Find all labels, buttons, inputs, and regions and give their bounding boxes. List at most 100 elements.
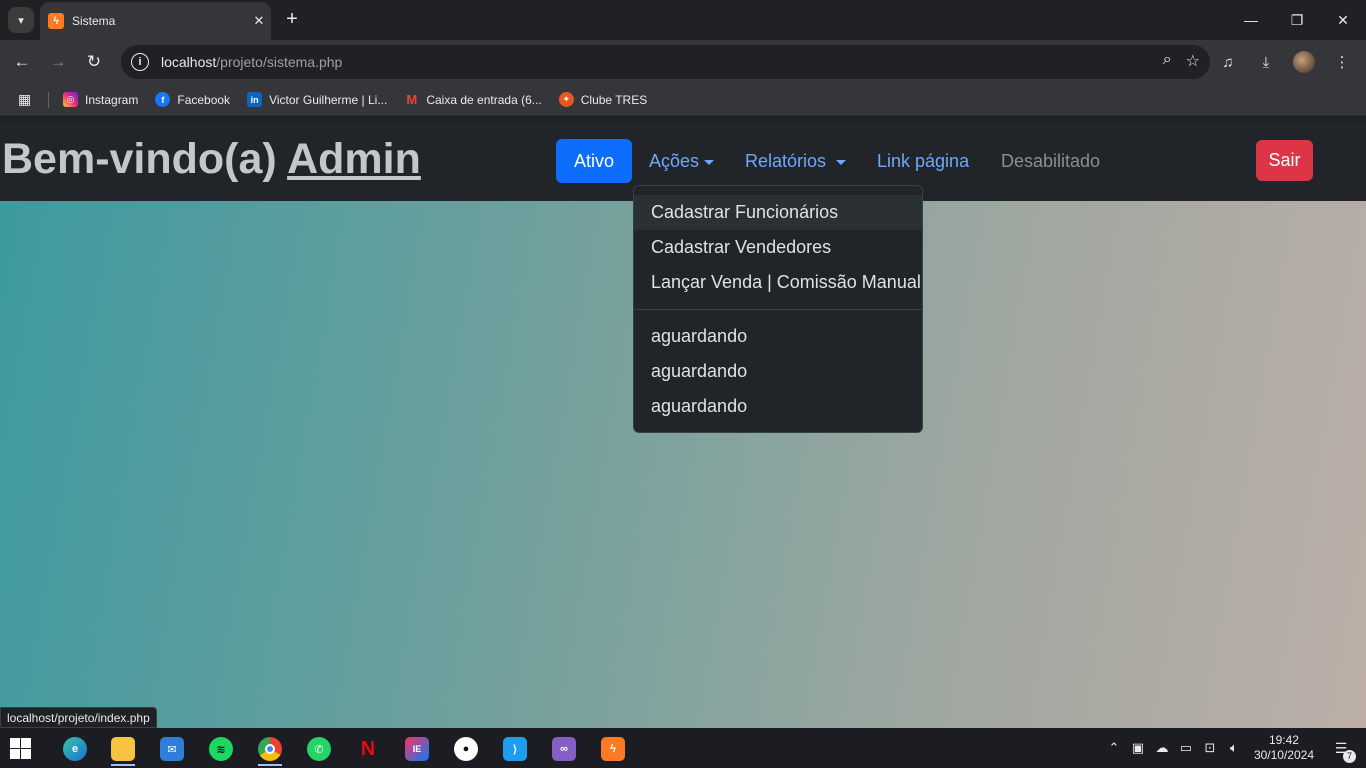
greeting-text: Bem-vindo(a) [2,135,277,183]
edge-icon: e [63,737,87,761]
onedrive-icon[interactable]: ☁ [1150,740,1174,756]
vscode-app[interactable]: ⟩ [495,732,535,766]
gmail-icon: M [406,92,418,107]
linkedin-icon: in [247,92,263,107]
menu-item-cadastrar-funcionarios[interactable]: Cadastrar Funcionários [634,195,922,230]
meet-now-icon[interactable]: ▣ [1126,740,1150,756]
window-controls: — ❐ ✕ [1228,0,1366,40]
url-path: /projeto/sistema.php [216,54,343,70]
reload-button[interactable]: ↻ [80,48,108,76]
caret-down-icon [836,159,847,165]
intellij-app[interactable]: IE [397,732,437,766]
vscode-icon: ⟩ [503,737,527,761]
forward-button[interactable]: → [44,48,72,76]
intellij-icon: IE [405,737,429,761]
xampp-favicon-icon: ϟ [48,13,64,29]
xampp-icon: ϟ [601,737,625,761]
bookmarks-bar: ▦ ◎ Instagram f Facebook in Victor Guilh… [0,84,1366,116]
instagram-icon: ◎ [63,92,78,107]
caret-down-icon [704,159,715,165]
github-icon: ● [454,737,478,761]
apps-grid-icon[interactable]: ▦ [18,91,34,108]
edge-app[interactable]: e [55,732,95,766]
site-info-icon[interactable]: i [131,53,149,71]
facebook-icon: f [155,92,171,107]
bookmark-clube-tres[interactable]: ✦ Clube TRES [558,92,647,107]
welcome-heading: Bem-vindo(a) Admin [2,135,421,184]
windows-start-icon[interactable] [10,738,32,760]
github-app[interactable]: ● [446,732,486,766]
tab-search-button[interactable]: ▾ [8,7,34,33]
bookmark-linkedin[interactable]: in Victor Guilherme | Li... [247,92,387,107]
url-host: localhost [161,54,217,70]
chevron-up-icon[interactable]: ⌃ [1102,740,1126,756]
tab-title: Sistema [72,14,116,28]
menu-item-aguardando[interactable]: aguardando [634,389,922,424]
system-tray: ⌃ ▣ ☁ ▭ ⊡ 🔈︎ 19:42 30/10/2024 ☰ 7 [1102,728,1366,768]
minimize-button[interactable]: — [1228,0,1274,40]
menu-item-aguardando[interactable]: aguardando [634,354,922,389]
nav-link-pagina[interactable]: Link página [860,139,986,183]
visual-studio-app[interactable]: ∞ [544,732,584,766]
menu-kebab-icon[interactable]: ⋮ [1328,48,1356,76]
battery-icon[interactable]: ▭ [1174,740,1198,756]
chrome-icon [258,737,282,761]
media-control-icon[interactable]: ♫ [1214,48,1242,76]
restore-button[interactable]: ❐ [1274,0,1320,40]
address-bar[interactable]: i localhost/projeto/sistema.php ⌕ ☆ [121,45,1210,79]
dropdown-divider [634,309,922,310]
nav-desabilitado: Desabilitado [1001,150,1101,171]
visual-studio-icon: ∞ [552,737,576,761]
zoom-icon[interactable]: ⌕ [1163,51,1172,71]
chrome-app[interactable] [250,732,290,766]
notification-count: 7 [1343,749,1356,763]
nav-relatorios-dropdown[interactable]: Relatórios [728,139,863,183]
xampp-app[interactable]: ϟ [593,732,633,766]
profile-button[interactable] [1290,48,1318,76]
menu-item-aguardando[interactable]: aguardando [634,319,922,354]
menu-item-lancar-venda[interactable]: Lançar Venda | Comissão Manual [634,265,922,300]
whatsapp-app[interactable]: ✆ [299,732,339,766]
download-icon[interactable]: ⤓ [1252,48,1280,76]
notification-center-icon[interactable]: ☰ 7 [1328,740,1356,763]
mail-app[interactable]: ✉ [152,732,192,766]
bookmark-instagram[interactable]: ◎ Instagram [63,92,138,107]
bookmark-label: Caixa de entrada (6... [426,92,542,107]
bookmark-label: Instagram [85,92,139,107]
nav-ativo[interactable]: Ativo [556,139,632,183]
bookmark-star-icon[interactable]: ☆ [1186,51,1200,71]
network-icon[interactable]: ⊡ [1198,740,1222,756]
avatar [1293,51,1315,73]
bookmark-label: Victor Guilherme | Li... [269,92,388,107]
new-tab-button[interactable]: + [280,8,304,32]
page-viewport: Bem-vindo(a) Admin Ativo Ações Relatório… [0,121,1366,728]
netflix-icon: N [360,737,376,760]
acoes-dropdown-menu: Cadastrar Funcionários Cadastrar Vendedo… [633,185,923,433]
windows-taskbar: e ✉ ≋ ✆ N IE ● ⟩ ∞ ϟ ⌃ ▣ ☁ ▭ ⊡ 🔈︎ 19:42 … [0,728,1366,768]
mail-icon: ✉ [160,737,184,761]
folder-icon [111,737,135,761]
spotify-icon: ≋ [209,737,233,761]
volume-icon[interactable]: 🔈︎ [1222,740,1246,756]
browser-toolbar: ← → ↻ i localhost/projeto/sistema.php ⌕ … [0,40,1366,84]
bookmark-gmail[interactable]: M Caixa de entrada (6... [404,92,541,107]
tab-close-icon[interactable]: ✕ [247,13,271,29]
close-window-button[interactable]: ✕ [1320,0,1366,40]
bookmarks-divider [48,91,49,108]
nav-acoes-dropdown[interactable]: Ações [632,139,731,183]
logout-button[interactable]: Sair [1256,140,1313,181]
menu-item-cadastrar-vendedores[interactable]: Cadastrar Vendedores [634,230,922,265]
clube-tres-icon: ✦ [558,92,574,107]
spotify-app[interactable]: ≋ [201,732,241,766]
netflix-app[interactable]: N [348,732,388,766]
file-explorer-app[interactable] [103,732,143,766]
browser-tabstrip: ▾ ϟ Sistema ✕ + — ❐ ✕ [0,0,1366,40]
tab-sistema[interactable]: ϟ Sistema ✕ [40,2,271,40]
clock-time: 19:42 [1268,733,1299,747]
whatsapp-icon: ✆ [307,737,331,761]
back-button[interactable]: ← [8,48,36,76]
nav-relatorios-label: Relatórios [745,150,827,171]
taskbar-clock[interactable]: 19:42 30/10/2024 [1254,733,1314,763]
admin-user-link[interactable]: Admin [287,135,421,183]
bookmark-facebook[interactable]: f Facebook [155,92,230,107]
